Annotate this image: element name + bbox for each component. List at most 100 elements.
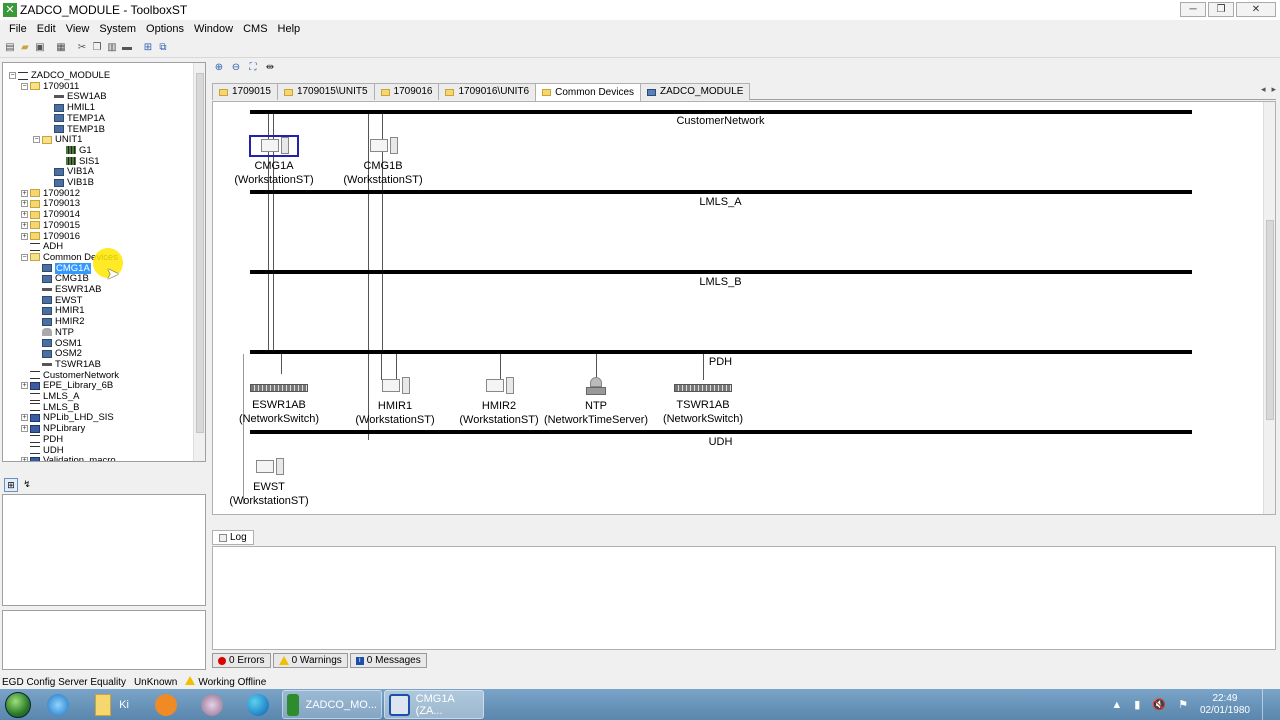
- collapse-icon[interactable]: −: [21, 253, 28, 261]
- menu-file[interactable]: File: [4, 23, 32, 35]
- network-bar-lmls-a[interactable]: [250, 190, 1192, 194]
- device-ewst[interactable]: EWST (WorkstationST): [219, 458, 319, 508]
- expand-icon[interactable]: +: [21, 457, 28, 461]
- expand-icon[interactable]: +: [21, 232, 28, 240]
- tree-item-validation-macro[interactable]: + Validation_macro: [21, 455, 116, 461]
- device-tswr1ab[interactable]: TSWR1AB (NetworkSwitch): [653, 384, 753, 426]
- warnings-filter-button[interactable]: 0 Warnings: [272, 653, 348, 668]
- tab-scroll-right-icon[interactable]: ▸: [1271, 84, 1276, 95]
- battery-icon[interactable]: ▮: [1134, 698, 1140, 711]
- copy-icon[interactable]: ❐: [90, 41, 104, 55]
- taskbar-tools[interactable]: [190, 690, 234, 719]
- tree-item-adh[interactable]: ADH: [30, 241, 63, 252]
- menu-window[interactable]: Window: [189, 23, 238, 35]
- sort-icon[interactable]: ↯: [20, 478, 34, 492]
- tree-item-1709012[interactable]: +1709012: [21, 188, 80, 199]
- taskbar-internet-explorer[interactable]: [36, 690, 80, 719]
- menu-system[interactable]: System: [94, 23, 141, 35]
- tree-item-g1[interactable]: G1: [66, 145, 92, 156]
- expand-icon[interactable]: +: [21, 382, 28, 390]
- expand-icon[interactable]: +: [21, 211, 28, 219]
- expand-icon[interactable]: +: [21, 414, 28, 422]
- tree-item-esw1ab[interactable]: ESW1AB: [54, 91, 107, 102]
- tree-item-eswr1ab[interactable]: ESWR1AB: [42, 284, 101, 295]
- messages-filter-button[interactable]: i0 Messages: [349, 653, 427, 668]
- log-area[interactable]: [212, 546, 1276, 650]
- maximize-button[interactable]: ❐: [1208, 2, 1234, 17]
- menu-help[interactable]: Help: [273, 23, 306, 35]
- menu-view[interactable]: View: [61, 23, 95, 35]
- tree-item-hmir1[interactable]: HMIR1: [42, 305, 85, 316]
- tree-item-customernetwork[interactable]: CustomerNetwork: [30, 370, 119, 381]
- window-icon[interactable]: ⧉: [156, 41, 170, 55]
- tab-1709015[interactable]: 1709015: [212, 83, 278, 100]
- taskbar-window-cmg1a[interactable]: CMG1A (ZA...: [384, 690, 484, 719]
- tab-1709016[interactable]: 1709016: [373, 83, 440, 100]
- tree-item-udh[interactable]: UDH: [30, 445, 64, 456]
- tree-item-ewst[interactable]: EWST: [42, 295, 82, 306]
- open-folder-icon[interactable]: ▰: [18, 41, 32, 55]
- tree-item-temp1b[interactable]: TEMP1B: [54, 124, 105, 135]
- log-tab[interactable]: Log: [212, 530, 254, 545]
- taskbar-edge[interactable]: [236, 690, 280, 719]
- device-ntp[interactable]: NTP (NetworkTimeServer): [536, 377, 656, 427]
- collapse-icon[interactable]: −: [33, 136, 40, 144]
- device-hmir1[interactable]: HMIR1 (WorkstationST): [345, 377, 445, 427]
- tab-zadco-module[interactable]: ZADCO_MODULE: [640, 83, 751, 100]
- minimize-button[interactable]: ─: [1180, 2, 1206, 17]
- tree-item-osm2[interactable]: OSM2: [42, 348, 82, 359]
- taskbar-window-zadco-module[interactable]: ZADCO_MO...: [282, 690, 382, 719]
- tree-item-nplibrary[interactable]: + NPLibrary: [21, 423, 85, 434]
- tree-item-vib1b[interactable]: VIB1B: [54, 177, 94, 188]
- save-icon[interactable]: ▣: [33, 41, 47, 55]
- tree-item-1709011[interactable]: − 1709011: [21, 81, 79, 92]
- tree-item-temp1a[interactable]: TEMP1A: [54, 113, 105, 124]
- property-grid[interactable]: [2, 494, 206, 606]
- pan-icon[interactable]: ⇹: [263, 60, 277, 74]
- cut-icon[interactable]: ✂: [75, 41, 89, 55]
- expand-icon[interactable]: +: [21, 425, 28, 433]
- tree-item-hmil1[interactable]: HMIL1: [54, 102, 95, 113]
- network-bar-pdh[interactable]: [250, 350, 1192, 354]
- tree-item-lmls-a[interactable]: LMLS_A: [30, 391, 79, 402]
- collapse-icon[interactable]: −: [9, 72, 16, 79]
- paste-icon[interactable]: ▥: [105, 41, 119, 55]
- flag-icon[interactable]: ⚑: [1178, 698, 1188, 711]
- errors-filter-button[interactable]: 0 Errors: [212, 653, 271, 668]
- tree-item-hmir2[interactable]: HMIR2: [42, 316, 85, 327]
- tree-scrollbar[interactable]: [193, 63, 205, 461]
- show-desktop-button[interactable]: [1262, 689, 1272, 720]
- tree-item-sis1[interactable]: SIS1: [66, 156, 100, 167]
- expand-icon[interactable]: +: [21, 189, 28, 197]
- device-eswr1ab[interactable]: ESWR1AB (NetworkSwitch): [229, 384, 329, 426]
- start-button[interactable]: [0, 689, 36, 720]
- expand-icon[interactable]: +: [21, 200, 28, 208]
- tab-scroll-left-icon[interactable]: ◂: [1261, 84, 1266, 95]
- menu-options[interactable]: Options: [141, 23, 189, 35]
- expand-icon[interactable]: +: [21, 221, 28, 229]
- network-bar-udh[interactable]: [250, 430, 1192, 434]
- device-cmg1b[interactable]: CMG1B (WorkstationST): [333, 137, 433, 187]
- tab-common-devices[interactable]: Common Devices: [535, 83, 642, 101]
- tab-1709016-unit6[interactable]: 1709016\UNIT6: [438, 83, 537, 100]
- canvas-scrollbar[interactable]: [1263, 102, 1275, 514]
- device-cmg1a[interactable]: CMG1A (WorkstationST): [224, 137, 324, 187]
- layout-icon[interactable]: ⊞: [141, 41, 155, 55]
- device-hmir2[interactable]: HMIR2 (WorkstationST): [449, 377, 549, 427]
- zoom-out-icon[interactable]: ⊖: [229, 60, 243, 74]
- tree-item-tswr1ab[interactable]: TSWR1AB: [42, 359, 101, 370]
- menu-cms[interactable]: CMS: [238, 23, 272, 35]
- print-icon[interactable]: ▦: [54, 41, 68, 55]
- tree-item-1709013[interactable]: +1709013: [21, 198, 80, 209]
- tree-item-ntp[interactable]: NTP: [42, 327, 74, 338]
- taskbar-folder[interactable]: Ki: [82, 690, 142, 719]
- tab-1709015-unit5[interactable]: 1709015\UNIT5: [276, 83, 375, 100]
- volume-muted-icon[interactable]: 🔇: [1152, 698, 1166, 711]
- tree-item-lmls-b[interactable]: LMLS_B: [30, 402, 79, 413]
- tree-item-nplib-lhd-sis[interactable]: + NPLib_LHD_SIS: [21, 412, 114, 423]
- tree-item-vib1a[interactable]: VIB1A: [54, 166, 94, 177]
- tree-item-cmg1a[interactable]: CMG1A: [42, 262, 91, 274]
- tree-item-1709014[interactable]: +1709014: [21, 209, 80, 220]
- tree-item-1709015[interactable]: +1709015: [21, 220, 80, 231]
- zoom-in-icon[interactable]: ⊕: [212, 60, 226, 74]
